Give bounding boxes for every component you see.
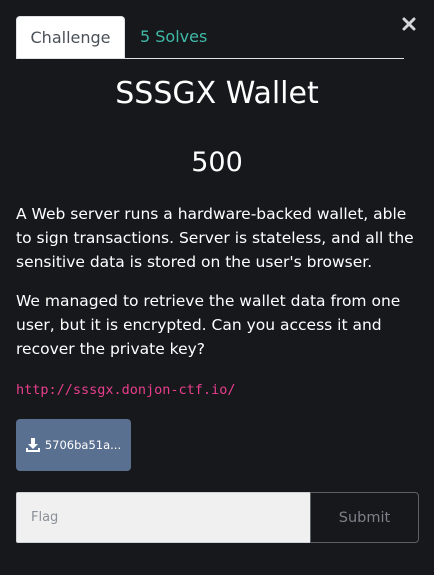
tab-solves[interactable]: 5 Solves (140, 16, 207, 58)
close-icon[interactable] (402, 17, 416, 31)
challenge-url[interactable]: http://sssgx.donjon-ctf.io/ (16, 380, 235, 400)
challenge-title: SSSGX Wallet (115, 76, 319, 111)
challenge-value: 500 (191, 147, 243, 178)
tab-challenge[interactable]: Challenge (16, 16, 125, 58)
challenge-tabs: Challenge 5 Solves (16, 16, 404, 59)
flag-input[interactable] (16, 492, 311, 543)
challenge-modal: Challenge 5 Solves SSSGX Wallet 500 A We… (0, 0, 434, 575)
challenge-description-paragraph: A Web server runs a hardware-backed wall… (16, 205, 414, 271)
challenge-description-paragraph: We managed to retrieve the wallet data f… (16, 292, 401, 358)
download-icon (25, 438, 40, 452)
download-file-button[interactable]: 5706ba51a... (16, 419, 131, 471)
submit-button[interactable]: Submit (310, 492, 419, 543)
file-label: 5706ba51a... (44, 438, 122, 452)
